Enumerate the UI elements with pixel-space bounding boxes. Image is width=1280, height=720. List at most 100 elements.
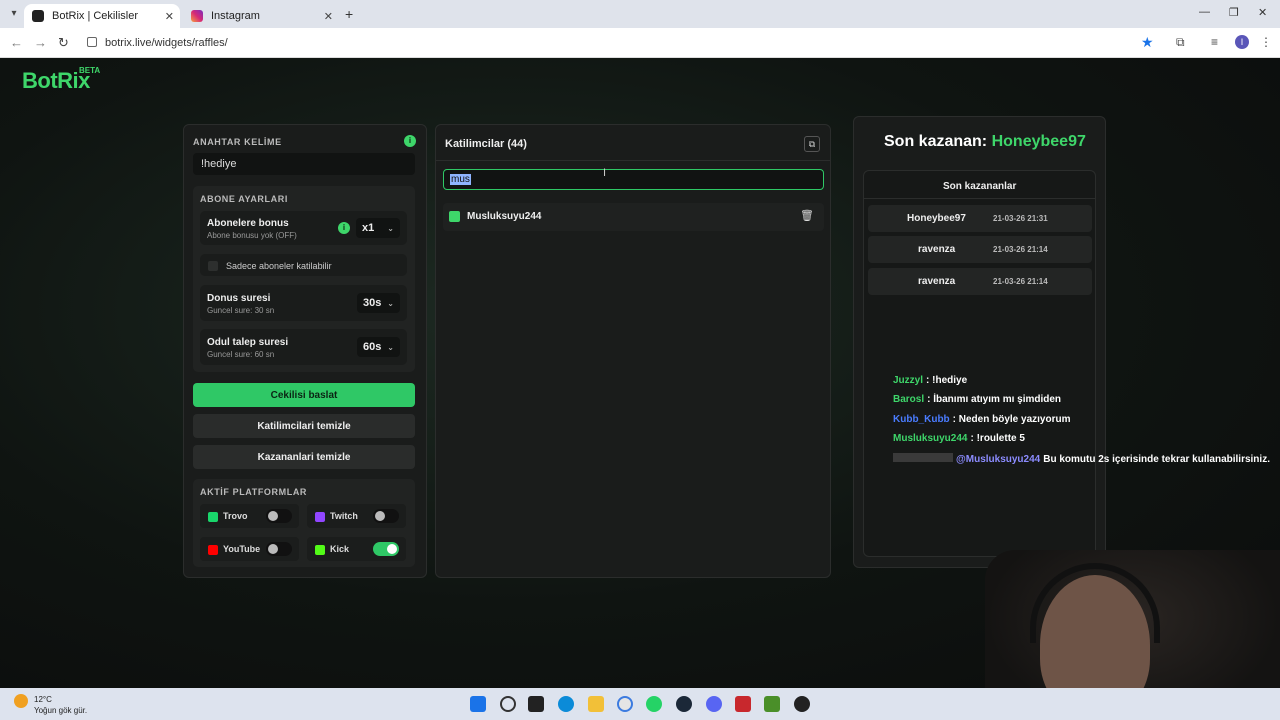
site-info-icon[interactable]	[87, 37, 97, 47]
task-view-icon[interactable]	[528, 696, 544, 712]
divider	[435, 160, 831, 161]
discord-icon[interactable]	[706, 696, 722, 712]
reload-icon[interactable]: ↻	[58, 35, 69, 51]
winner-name: ravenza	[918, 244, 956, 255]
chat-text: : !roulette 5	[970, 433, 1025, 444]
close-tab-icon[interactable]: ✕	[165, 10, 174, 23]
platform-name: Twitch	[330, 511, 358, 521]
chevron-down-icon: ⌄	[387, 298, 394, 308]
whatsapp-icon[interactable]	[646, 696, 662, 712]
winner-row: ravenza 21-03-26 21:14	[868, 268, 1092, 295]
sub-bonus-info-icon[interactable]: i	[338, 222, 350, 234]
chat-message: Barosl: İbanımı atıyım mı şimdiden	[893, 394, 1061, 405]
taskbar	[0, 688, 1280, 720]
tab-botrix[interactable]: BotRix | Cekilisler ✕	[24, 4, 180, 28]
chat-username: Barosl	[893, 394, 925, 405]
participant-search-input[interactable]: mus	[443, 169, 824, 190]
tab-title: BotRix | Cekilisler	[52, 10, 138, 22]
chevron-down-icon: ⌄	[387, 223, 394, 233]
sub-bonus-title: Abonelere bonus	[207, 218, 289, 229]
restore-icon[interactable]: ❐	[1229, 6, 1239, 19]
trash-icon[interactable]: 🗑	[800, 209, 814, 222]
bonus-time-select[interactable]: 30s ⌄	[357, 293, 400, 313]
winner-date: 21-03-26 21:14	[993, 277, 1048, 286]
participants-title: Katilimcilar (44)	[445, 138, 527, 150]
winner-row: Honeybee97 21-03-26 21:31	[868, 205, 1092, 232]
sub-bonus-subtitle: Abone bonusu yok (OFF)	[207, 231, 297, 240]
participant-row[interactable]: Musluksuyu244 🗑	[443, 203, 824, 231]
youtube-icon	[208, 545, 218, 555]
close-tab-icon[interactable]: ✕	[324, 10, 333, 23]
bot-badge-icon	[893, 453, 953, 462]
profile-avatar[interactable]: I	[1235, 35, 1249, 49]
menu-kebab-icon[interactable]: ⋮	[1260, 35, 1272, 49]
participants-panel	[435, 124, 831, 578]
winner-name: ravenza	[918, 276, 956, 287]
url-text: botrix.live/widgets/raffles/	[105, 37, 228, 49]
window-close-icon[interactable]: ✕	[1258, 6, 1267, 19]
twitch-toggle[interactable]	[373, 509, 399, 523]
weather-widget[interactable]: 12°C Yoğun gök gür.	[34, 694, 87, 716]
edge-icon[interactable]	[558, 696, 574, 712]
claim-time-value: 60s	[363, 341, 382, 353]
file-explorer-icon[interactable]	[588, 696, 604, 712]
platform-name: YouTube	[223, 544, 261, 554]
chat-username: @Musluksuyu244	[956, 454, 1041, 465]
forward-icon[interactable]: →	[34, 35, 47, 50]
recent-winners-label: Son kazananlar	[943, 181, 1017, 192]
tab-search-dropdown-icon[interactable]: ▾	[6, 6, 22, 22]
chat-message: Musluksuyu244: !roulette 5	[893, 433, 1025, 444]
trovo-toggle[interactable]	[266, 509, 292, 523]
claim-time-select[interactable]: 60s ⌄	[357, 337, 400, 357]
keyword-label: ANAHTAR KELİME	[193, 137, 282, 147]
sub-settings-label: ABONE AYARLARI	[200, 194, 288, 204]
platforms-label: AKTİF PLATFORMLAR	[200, 487, 308, 497]
extensions-icon[interactable]: ⧉	[1176, 35, 1185, 50]
steam-icon[interactable]	[676, 696, 692, 712]
platform-trovo: Trovo	[200, 504, 299, 528]
youtube-toggle[interactable]	[266, 542, 292, 556]
bookmark-star-icon[interactable]: ★	[1141, 34, 1154, 51]
only-subs-checkbox[interactable]	[208, 261, 218, 271]
trovo-icon	[208, 512, 218, 522]
tab-title: Instagram	[211, 10, 260, 22]
search-icon[interactable]	[500, 696, 516, 712]
chat-text: : Neden böyle yazıyorum	[952, 414, 1071, 425]
back-icon[interactable]: ←	[10, 35, 23, 50]
kick-toggle[interactable]	[373, 542, 399, 556]
claim-time-subtitle: Guncel sure: 60 sn	[207, 350, 275, 359]
only-subs-label: Sadece aboneler katilabilir	[226, 261, 332, 271]
temperature: 12°C	[34, 695, 52, 704]
chat-text: Bu komutu 2s içerisinde tekrar kullanabi…	[1043, 454, 1270, 465]
tab-instagram[interactable]: Instagram ✕	[183, 4, 339, 28]
app-icon[interactable]	[735, 696, 751, 712]
copy-icon[interactable]: ⧉	[804, 136, 820, 152]
minecraft-icon[interactable]	[764, 696, 780, 712]
platform-youtube: YouTube	[200, 537, 299, 561]
keyword-info-icon[interactable]: i	[404, 135, 416, 147]
media-controls-icon[interactable]: ≡	[1211, 35, 1218, 49]
twitch-icon	[315, 512, 325, 522]
minimize-icon[interactable]: —	[1199, 6, 1210, 18]
keyword-input[interactable]: !hediye	[193, 153, 415, 175]
new-tab-icon[interactable]: +	[345, 6, 353, 22]
beta-badge: BETA	[79, 66, 101, 75]
browser-tab-bar: ▾ BotRix | Cekilisler ✕ Instagram ✕ + — …	[0, 0, 1280, 28]
search-value: mus	[450, 174, 471, 185]
participant-name: Musluksuyu244	[467, 211, 542, 222]
weather-icon[interactable]	[14, 694, 28, 708]
obs-icon[interactable]	[794, 696, 810, 712]
windows-start-icon[interactable]	[470, 696, 486, 712]
chat-username: Musluksuyu244	[893, 433, 968, 444]
clear-participants-button[interactable]: Katilimcilari temizle	[193, 414, 415, 438]
start-raffle-button[interactable]: Cekilisi baslat	[193, 383, 415, 407]
chat-message: @Musluksuyu244 Bu komutu 2s içerisinde te…	[893, 453, 1270, 465]
bonus-time-subtitle: Guncel sure: 30 sn	[207, 306, 275, 315]
last-winner-name: Honeybee97	[991, 133, 1086, 150]
kick-icon	[449, 211, 460, 222]
weather-text: Yoğun gök gür.	[34, 706, 88, 715]
clear-winners-button[interactable]: Kazananlari temizle	[193, 445, 415, 469]
address-bar[interactable]: botrix.live/widgets/raffles/	[80, 31, 1180, 55]
chrome-icon[interactable]	[617, 696, 633, 712]
sub-bonus-select[interactable]: x1 ⌄	[356, 218, 400, 238]
